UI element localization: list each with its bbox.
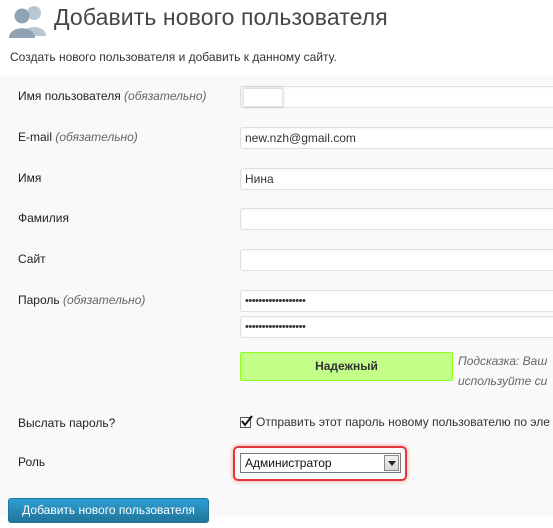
first-name-label: Имя	[18, 171, 42, 185]
website-input[interactable]	[240, 249, 553, 271]
check-icon	[241, 415, 253, 427]
username-redaction	[244, 89, 282, 106]
password-strength-indicator: Надежный	[240, 352, 453, 381]
role-label: Роль	[18, 455, 46, 469]
username-required: (обязательно)	[124, 89, 207, 103]
add-user-button[interactable]: Добавить нового пользователя	[8, 498, 209, 523]
password-required: (обязательно)	[62, 293, 146, 307]
email-input[interactable]	[240, 127, 553, 149]
username-label: Имя пользователя (обязательно)	[18, 89, 206, 103]
password-input[interactable]	[240, 290, 553, 312]
password-hint-line1: Подсказка: Ваш	[458, 354, 548, 368]
send-password-label: Выслать пароль?	[18, 416, 116, 430]
password-hint-line2: используйте си	[458, 374, 548, 388]
role-select-value: Администратор	[245, 456, 332, 470]
website-label: Сайт	[18, 252, 46, 266]
chevron-down-icon[interactable]	[384, 455, 399, 471]
username-label-text: Имя пользователя	[18, 89, 121, 103]
page-title: Добавить нового пользователя	[54, 4, 388, 30]
password-confirm-input[interactable]	[240, 316, 553, 338]
email-required: (обязательно)	[55, 130, 138, 144]
send-password-checkbox-label[interactable]: Отправить этот пароль новому пользовател…	[256, 415, 550, 429]
page-description: Создать нового пользователя и добавить к…	[10, 50, 337, 64]
email-label: E-mail (обязательно)	[18, 130, 138, 144]
last-name-label: Фамилия	[18, 211, 69, 225]
last-name-input[interactable]	[240, 208, 553, 230]
password-label-text: Пароль	[18, 293, 60, 307]
send-password-checkbox[interactable]	[240, 415, 253, 428]
role-select[interactable]: Администратор	[240, 453, 401, 473]
email-label-text: E-mail	[18, 130, 53, 144]
username-input[interactable]	[240, 86, 553, 108]
users-icon	[8, 4, 48, 38]
password-label: Пароль (обязательно)	[18, 293, 145, 307]
first-name-input[interactable]	[240, 168, 553, 190]
